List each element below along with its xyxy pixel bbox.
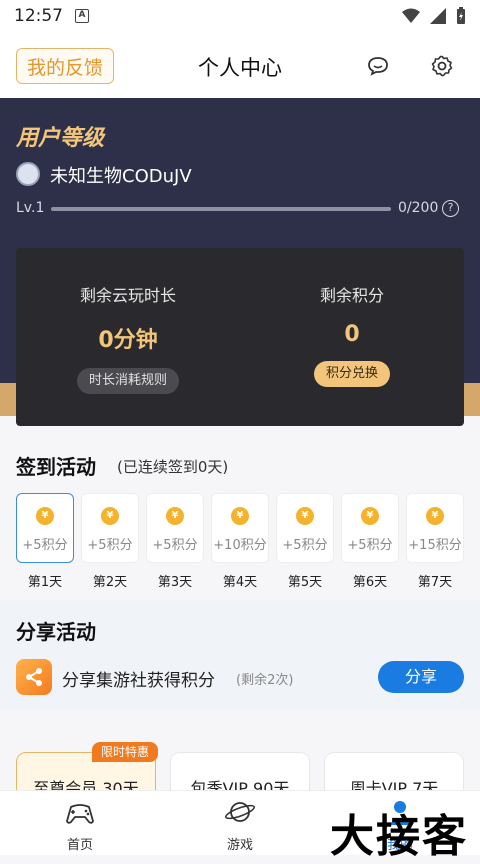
coin-icon: ¥ [296,507,314,525]
coin-icon: ¥ [231,507,249,525]
stats-card: 剩余云玩时长 0分钟 时长消耗规则 剩余积分 0 积分兑换 [16,248,464,426]
wifi-icon [402,8,420,23]
checkin-day-points: +5积分 [152,538,198,553]
checkin-day-card[interactable]: ¥ +5积分 [16,493,74,563]
checkin-day-label: 第6天 [352,575,388,590]
checkin-day-points: +5积分 [282,538,328,553]
coin-icon: ¥ [166,507,184,525]
checkin-day-label: 第7天 [417,575,453,590]
checkin-day-card[interactable]: ¥ +5积分 [276,493,334,563]
coin-icon: ¥ [426,507,444,525]
checkin-day-points: +10积分 [213,538,267,553]
checkin-day-points: +15积分 [408,538,462,553]
share-button[interactable]: 分享 [378,661,464,693]
planet-icon [225,802,255,822]
status-icons [402,7,466,25]
tab-home-label: 首页 [66,838,93,853]
limited-offer-badge: 限时特惠 [92,742,158,762]
help-icon[interactable]: ? [442,200,459,217]
cloud-time-value: 0分钟 [98,328,158,353]
checkin-day-card[interactable]: ¥ +10积分 [211,493,269,563]
checkin-day-points: +5积分 [347,538,393,553]
checkin-day-card[interactable]: ¥ +5积分 [146,493,204,563]
status-time: 12:57 [14,6,63,26]
tab-home[interactable]: 首页 [20,797,140,853]
points-exchange-button[interactable]: 积分兑换 [313,361,390,387]
cloud-time-stat: 剩余云玩时长 0分钟 时长消耗规则 [16,282,240,394]
checkin-day-card[interactable]: ¥ +15积分 [406,493,464,563]
share-title: 分享活动 [16,620,96,644]
status-bar: 12:57 A [0,0,480,32]
checkin-day-points: +5积分 [22,538,68,553]
gear-icon[interactable] [428,52,456,80]
watermark-logo: 大接客 [330,811,468,862]
tab-games[interactable]: 游戏 [180,797,300,853]
level-progress-text: 0/200 [398,200,439,216]
coin-icon: ¥ [361,507,379,525]
header: 我的反馈 个人中心 [0,32,480,98]
signal-icon [430,8,446,24]
coin-icon: ¥ [101,507,119,525]
username: 未知生物CODuJV [50,166,192,187]
chat-bubble-icon[interactable] [364,52,392,80]
tab-games-label: 游戏 [226,838,253,853]
checkin-day-label: 第2天 [92,575,128,590]
share-app-icon [16,659,52,695]
points-label: 剩余积分 [319,286,384,305]
points-value: 0 [344,322,360,347]
share-remaining: (剩余2次) [236,673,294,688]
share-description: 分享集游社获得积分 [62,671,215,691]
checkin-day-label: 第1天 [27,575,63,590]
coin-icon: ¥ [36,507,54,525]
checkin-day-card[interactable]: ¥ +5积分 [81,493,139,563]
checkin-day-label: 第4天 [222,575,258,590]
checkin-day-label: 第5天 [287,575,323,590]
user-level-panel: 用户等级 未知生物CODuJV Lv.1 0/200 ? 剩余云玩时长 0分钟 … [0,98,480,438]
avatar[interactable] [16,162,40,186]
checkin-day-label: 第3天 [157,575,193,590]
notification-icon: A [75,9,89,23]
level-title: 用户等级 [16,126,105,151]
gamepad-icon [66,804,94,824]
checkin-title: 签到活动 [16,455,96,479]
level-progress-bar [51,207,391,211]
checkin-subtitle: (已连续签到0天) [117,458,229,476]
time-rules-button[interactable]: 时长消耗规则 [76,368,179,394]
battery-icon [457,7,465,24]
checkin-day-card[interactable]: ¥ +5积分 [341,493,399,563]
my-feedback-button[interactable]: 我的反馈 [16,48,114,84]
checkin-day-points: +5积分 [87,538,133,553]
cloud-time-label: 剩余云玩时长 [79,286,176,305]
points-stat: 剩余积分 0 积分兑换 [240,282,464,387]
level-label: Lv.1 [16,200,45,216]
